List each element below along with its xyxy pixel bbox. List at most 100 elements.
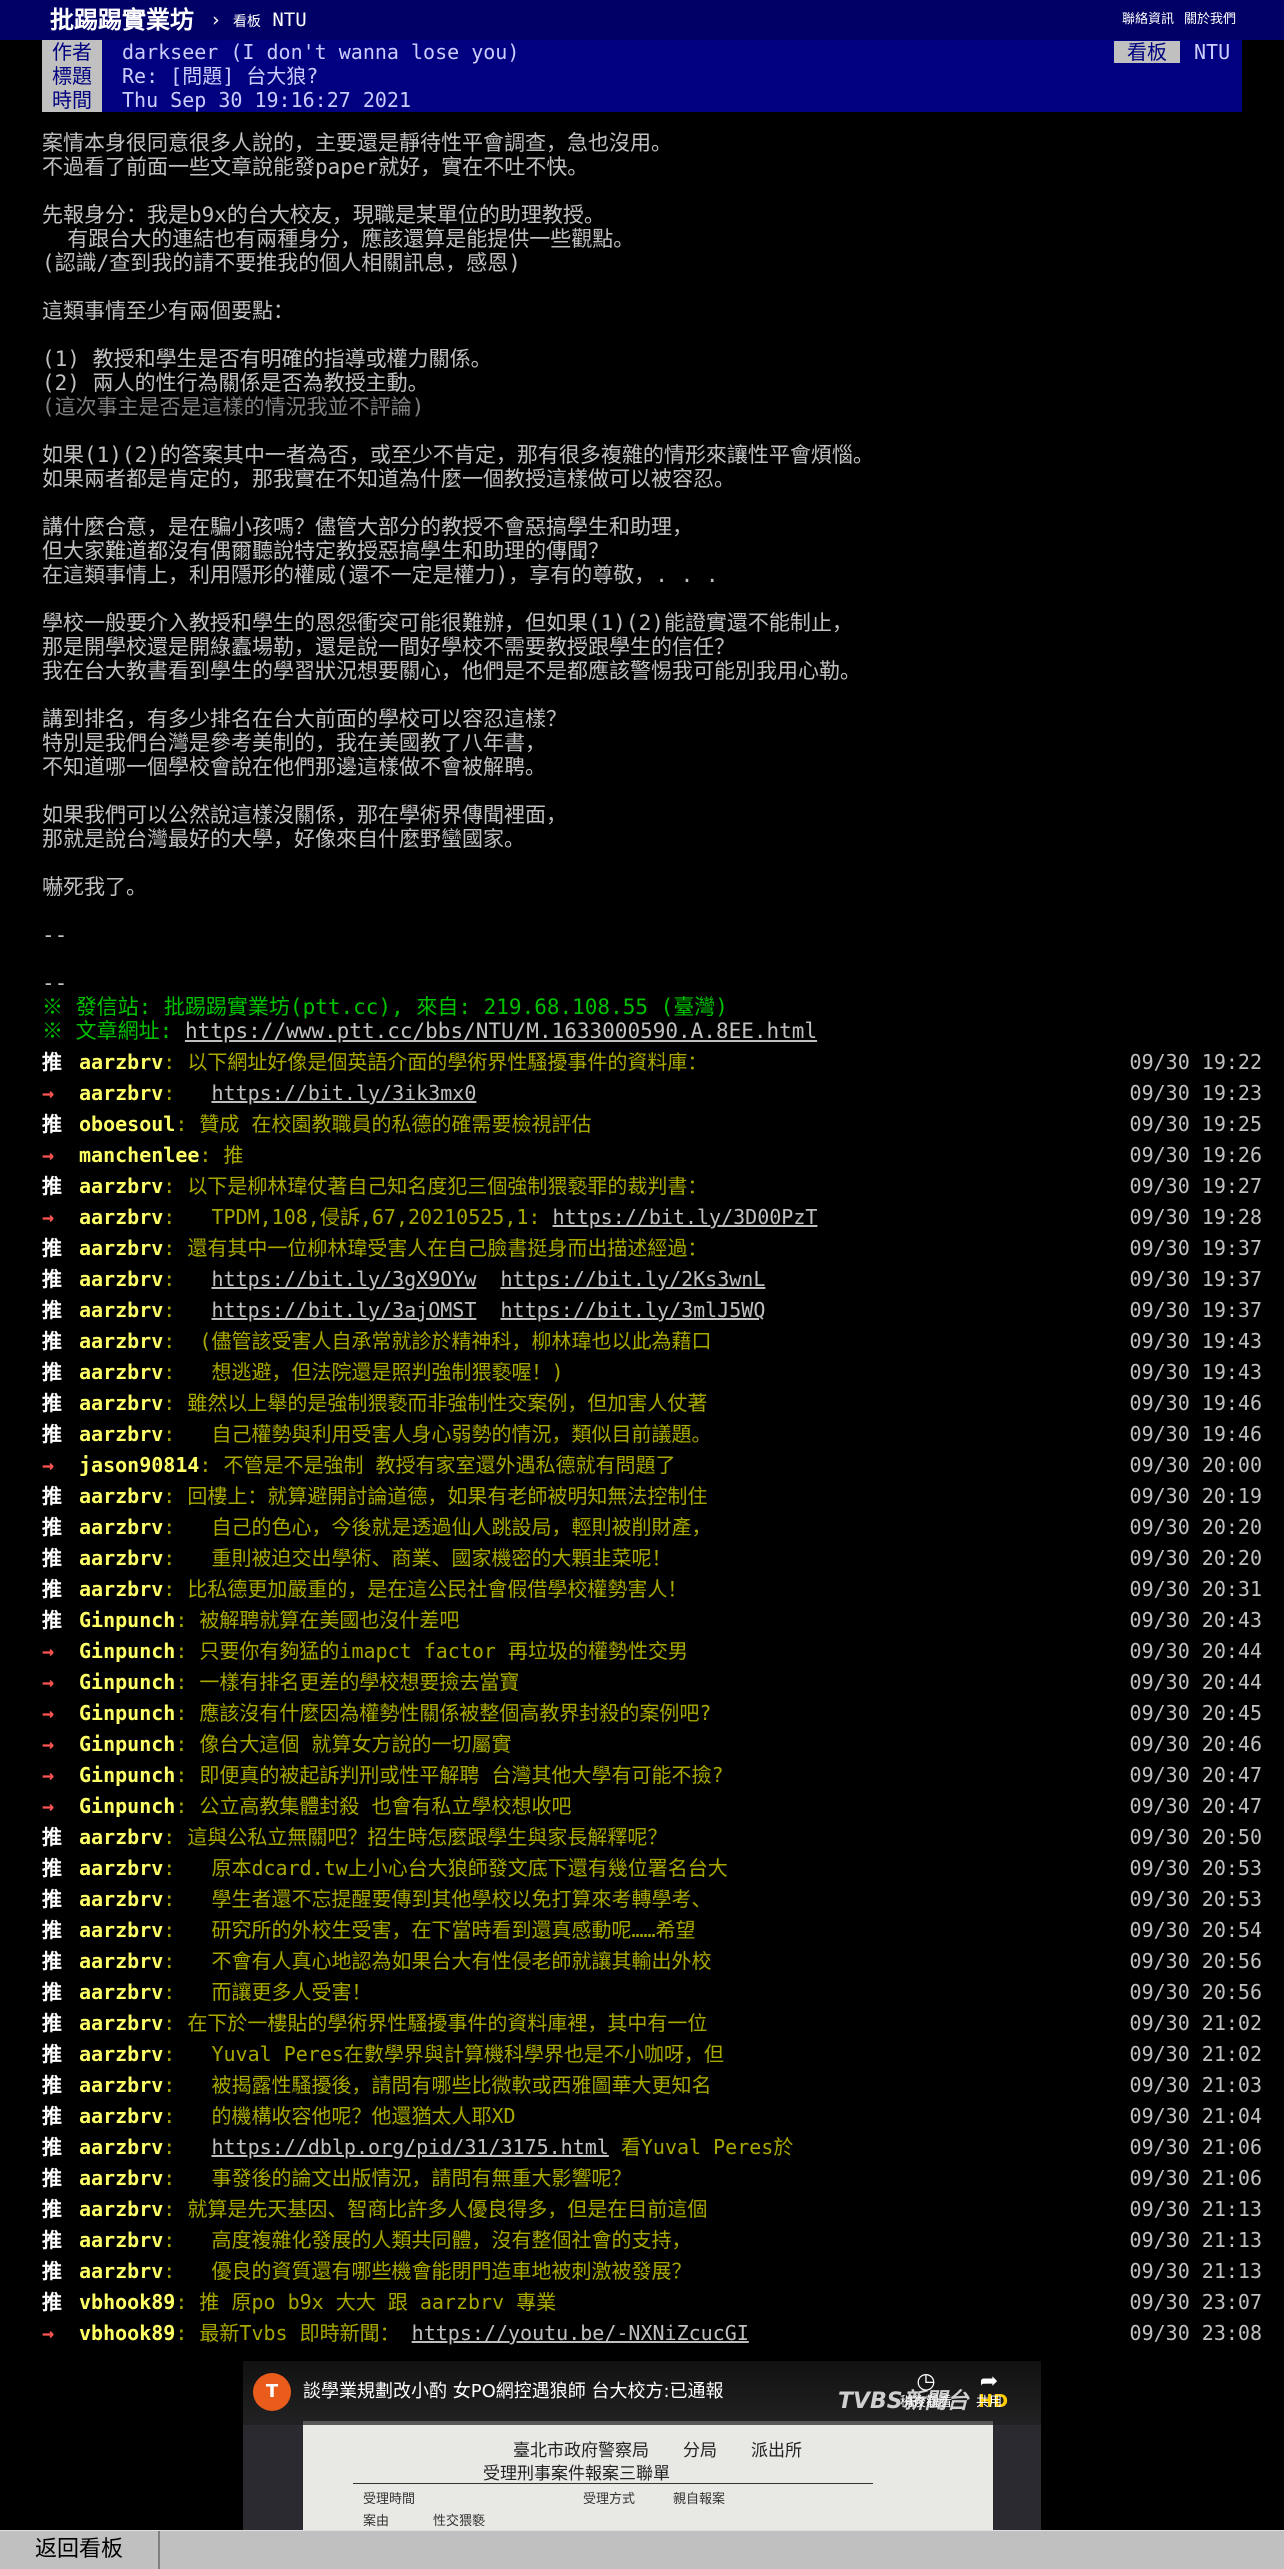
push-colon: : (163, 2042, 188, 2066)
push-link[interactable]: https://bit.ly/2Ks3wnL (500, 1267, 765, 1291)
push-row: 推aarzbrvaarzbrv: 在下於一樓貼的學術界性騷擾事件的資料庫裡，其中… (42, 2008, 1262, 2039)
ptt-brand-link[interactable]: 批踢踢實業坊 (50, 4, 194, 36)
push-content: aarzbrv: TPDM,108,侵訴,67,20210525,1: http… (79, 1202, 817, 1233)
push-text: https://dblp.org/pid/31/3175.html 看Yuval… (211, 2135, 794, 2159)
board-breadcrumb[interactable]: › 看板 NTU (210, 4, 307, 38)
push-text: 重則被迫交出學術、商業、國家機密的大顆韭菜呢！ (187, 1546, 672, 1570)
push-colon: : (163, 1980, 188, 2004)
push-tag: 推 (42, 2104, 62, 2128)
push-tag: 推 (42, 2259, 62, 2283)
push-colon: : (175, 1794, 200, 1818)
push-link[interactable]: https://youtu.be/-NXNiZcucGI (412, 2321, 749, 2345)
doc-cell: 案由 (363, 2514, 390, 2529)
bottom-bar: 返回看板 (0, 2530, 1284, 2569)
push-tag: 推 (42, 1949, 62, 1973)
body-line (42, 491, 1262, 515)
time-value: Thu Sep 30 19:16:27 2021 (122, 88, 411, 112)
push-content: aarzbrv: 自己權勢與利用受害人身心弱勢的情況，類似目前議題。 (79, 1419, 711, 1450)
document-table: 受理時間 受理方式 親自報案 案由 性交猥褻 (353, 2483, 873, 2531)
video-title[interactable]: 談學業規劃改小酌 女PO網控遇狼師 台大校方:已通報 (303, 2377, 724, 2403)
push-time: 09/30 20:53 (1129, 1856, 1262, 1880)
push-time: 09/30 20:19 (1129, 1484, 1262, 1508)
push-colon: : (163, 1422, 188, 1446)
push-content: Ginpunch: 公立高教集體封殺 也會有私立學校想收吧 (79, 1791, 571, 1822)
push-row: 推aarzbrvaarzbrv: (儘管該受害人自承常就診於精神科，柳林瑋也以此… (42, 1326, 1262, 1357)
push-row: →GinpunchGinpunch: 應該沒有什麼因為權勢性關係被整個高教界封殺… (42, 1698, 1262, 1729)
push-link[interactable]: https://bit.ly/3gX9OYw (211, 1267, 476, 1291)
body-line: 那就是說台灣最好的大學，好像來自什麼野蠻國家。 (42, 827, 525, 851)
push-text: 還有其中一位柳林瑋受害人在自己臉書挺身而出描述經過： (187, 1236, 708, 1260)
push-content: aarzbrv: https://bit.ly/3ik3mx0 (79, 1078, 476, 1109)
push-link[interactable]: https://bit.ly/3ik3mx0 (211, 1081, 476, 1105)
push-tag: 推 (42, 1174, 62, 1198)
share-label: 共用 (975, 2395, 1002, 2410)
push-link[interactable]: https://bit.ly/3D00PzT (553, 1205, 818, 1229)
push-link[interactable]: https://dblp.org/pid/31/3175.html (211, 2135, 608, 2159)
push-tag: 推 (42, 1267, 62, 1291)
body-line: (這次事主是否是這樣的情況我並不評論) (42, 395, 425, 419)
push-tag: 推 (42, 2197, 62, 2221)
push-text: Yuval Peres在數學界與計算機科學界也是不小咖呀，但 (187, 2042, 724, 2066)
push-link[interactable]: https://bit.ly/3mlJ5WQ (500, 1298, 765, 1322)
breadcrumb-separator-icon: › (210, 9, 222, 31)
push-time: 09/30 19:22 (1129, 1050, 1262, 1074)
push-row: 推aarzbrvaarzbrv: 比私德更加嚴重的，是在這公民社會假借學校權勢害… (42, 1574, 1262, 1605)
push-arrow-tag: → (42, 1732, 55, 1756)
push-time: 09/30 19:25 (1129, 1112, 1262, 1136)
contact-link[interactable]: 聯絡資訊 (1122, 12, 1174, 27)
push-tag: 推 (42, 2073, 62, 2097)
body-line: (認識/查到我的請不要推我的個人相關訊息，感恩) (42, 251, 521, 275)
push-time: 09/30 19:23 (1129, 1081, 1262, 1105)
push-arrow-tag: → (42, 1205, 55, 1229)
push-content: vbhook89: 最新Tvbs 即時新聞： https://youtu.be/… (79, 2318, 749, 2349)
push-link[interactable]: https://bit.ly/3ajOMST (211, 1298, 476, 1322)
article-body: 案情本身很同意很多人說的，主要還是靜待性平會調查，急也沒用。 不過看了前面一些文章… (42, 131, 1262, 1043)
push-time: 09/30 19:37 (1129, 1267, 1262, 1291)
push-content: manchenlee: 推 (79, 1140, 243, 1171)
push-row: 推aarzbrvaarzbrv: 回樓上：就算避開討論道德，如果有老師被明知無法… (42, 1481, 1262, 1512)
push-row: →manchenleemanchenlee: 推09/30 19:26 (42, 1140, 1262, 1171)
youtube-video-embed[interactable]: 臺北市政府警察局 分局 派出所 受理刑事案件報案三聯單 受理時間 受理方式 親自… (243, 2361, 1041, 2531)
channel-avatar-icon[interactable]: T (253, 2373, 291, 2411)
push-content: aarzbrv: 原本dcard.tw上小心台大狼師發文底下還有幾位署名台大 (79, 1853, 728, 1884)
push-tag: 推 (42, 1546, 62, 1570)
body-line: (2) 兩人的性行為關係是否為教授主動。 (42, 371, 429, 395)
push-colon: : (163, 1236, 188, 1260)
breadcrumb-board-name: NTU (272, 9, 307, 31)
push-content: vbhook89: 推 原po b9x 大大 跟 aarzbrv 專業 (79, 2287, 556, 2318)
push-time: 09/30 21:13 (1129, 2197, 1262, 2221)
push-tag: 推 (42, 1484, 62, 1508)
push-content: aarzbrv: 這與公私立無關吧？招生時怎麼跟學生與家長解釋呢？ (79, 1822, 667, 1853)
share-button[interactable]: ➦ 共用 (959, 2369, 1019, 2411)
push-colon: : (163, 2197, 188, 2221)
push-row: →GinpunchGinpunch: 公立高教集體封殺 也會有私立學校想收吧09… (42, 1791, 1262, 1822)
push-tag: 推 (42, 1422, 62, 1446)
push-text: 一樣有排名更差的學校想要撿去當寶 (199, 1670, 520, 1694)
push-content: jason90814: 不管是不是強制 教授有家室還外遇私德就有問題了 (79, 1450, 675, 1481)
push-colon: : (175, 2321, 200, 2345)
board-label: 看板 (1114, 41, 1180, 63)
body-line: -- (42, 971, 68, 995)
body-line: 先報身分：我是b9x的台大校友，現職是某單位的助理教授。 (42, 203, 605, 227)
push-colon: : (163, 1267, 188, 1291)
push-time: 09/30 20:50 (1129, 1825, 1262, 1849)
push-colon: : (163, 1174, 188, 1198)
push-tag: 推 (42, 1391, 62, 1415)
watch-later-button[interactable]: ◷ 稍後觀看 (896, 2369, 956, 2411)
push-tag: 推 (42, 1360, 62, 1384)
push-row: →vbhook89vbhook89: 最新Tvbs 即時新聞： https://… (42, 2318, 1262, 2349)
body-line: 案情本身很同意很多人說的，主要還是靜待性平會調查，急也沒用。 (42, 131, 672, 155)
push-row: 推oboesouloboesoul: 贊成 在校園教職員的私德的確需要檢視評估0… (42, 1109, 1262, 1140)
push-time: 09/30 19:43 (1129, 1360, 1262, 1384)
push-time: 09/30 20:45 (1129, 1701, 1262, 1725)
push-time: 09/30 20:44 (1129, 1639, 1262, 1663)
push-text: 自己的色心，今後就是透過仙人跳設局，輕則被削財產， (187, 1515, 712, 1539)
article-url-link[interactable]: https://www.ptt.cc/bbs/NTU/M.1633000590.… (185, 1019, 817, 1043)
push-text: 在下於一樓貼的學術界性騷擾事件的資料庫裡，其中有一位 (187, 2011, 708, 2035)
body-line: 如果(1)(2)的答案其中一者為否，或至少不肯定，那有很多複雜的情形來讓性平會煩… (42, 443, 874, 467)
back-to-board-button[interactable]: 返回看板 (0, 2531, 160, 2569)
push-row: →GinpunchGinpunch: 像台大這個 就算女方說的一切屬實09/30… (42, 1729, 1262, 1760)
push-colon: : (175, 1732, 200, 1756)
about-link[interactable]: 關於我們 (1184, 12, 1236, 27)
push-time: 09/30 23:07 (1129, 2290, 1262, 2314)
